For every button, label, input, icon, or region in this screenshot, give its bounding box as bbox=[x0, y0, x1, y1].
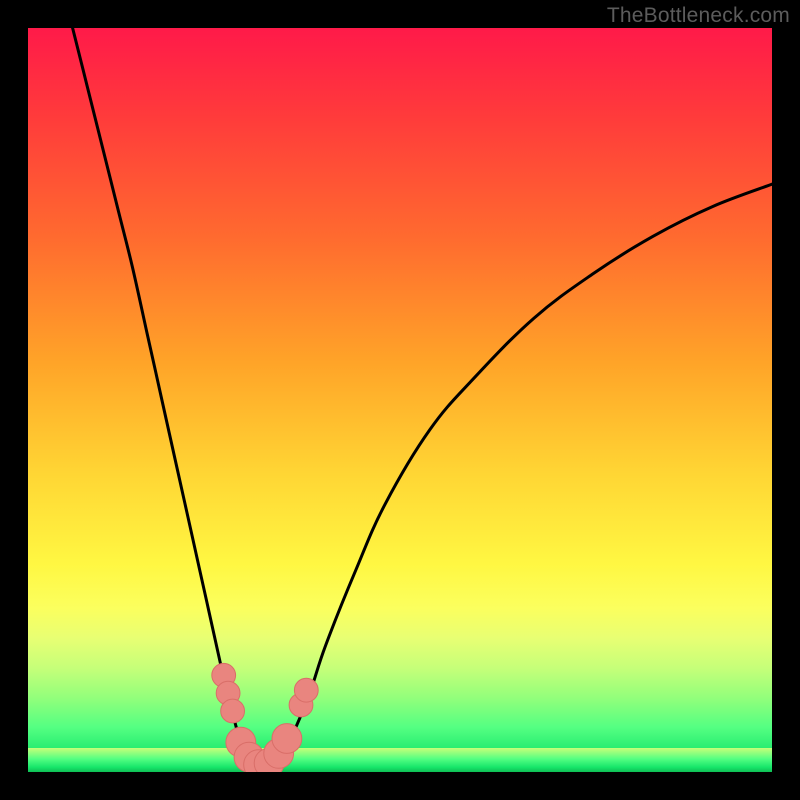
bottleneck-curve-svg bbox=[28, 28, 772, 772]
outer-frame: TheBottleneck.com bbox=[0, 0, 800, 800]
watermark-text: TheBottleneck.com bbox=[607, 4, 790, 28]
curve-marker bbox=[294, 678, 318, 702]
curve-markers bbox=[212, 663, 318, 772]
curve-marker bbox=[221, 699, 245, 723]
curve-marker bbox=[272, 724, 302, 754]
plot-area bbox=[28, 28, 772, 772]
curve-path bbox=[73, 28, 772, 765]
